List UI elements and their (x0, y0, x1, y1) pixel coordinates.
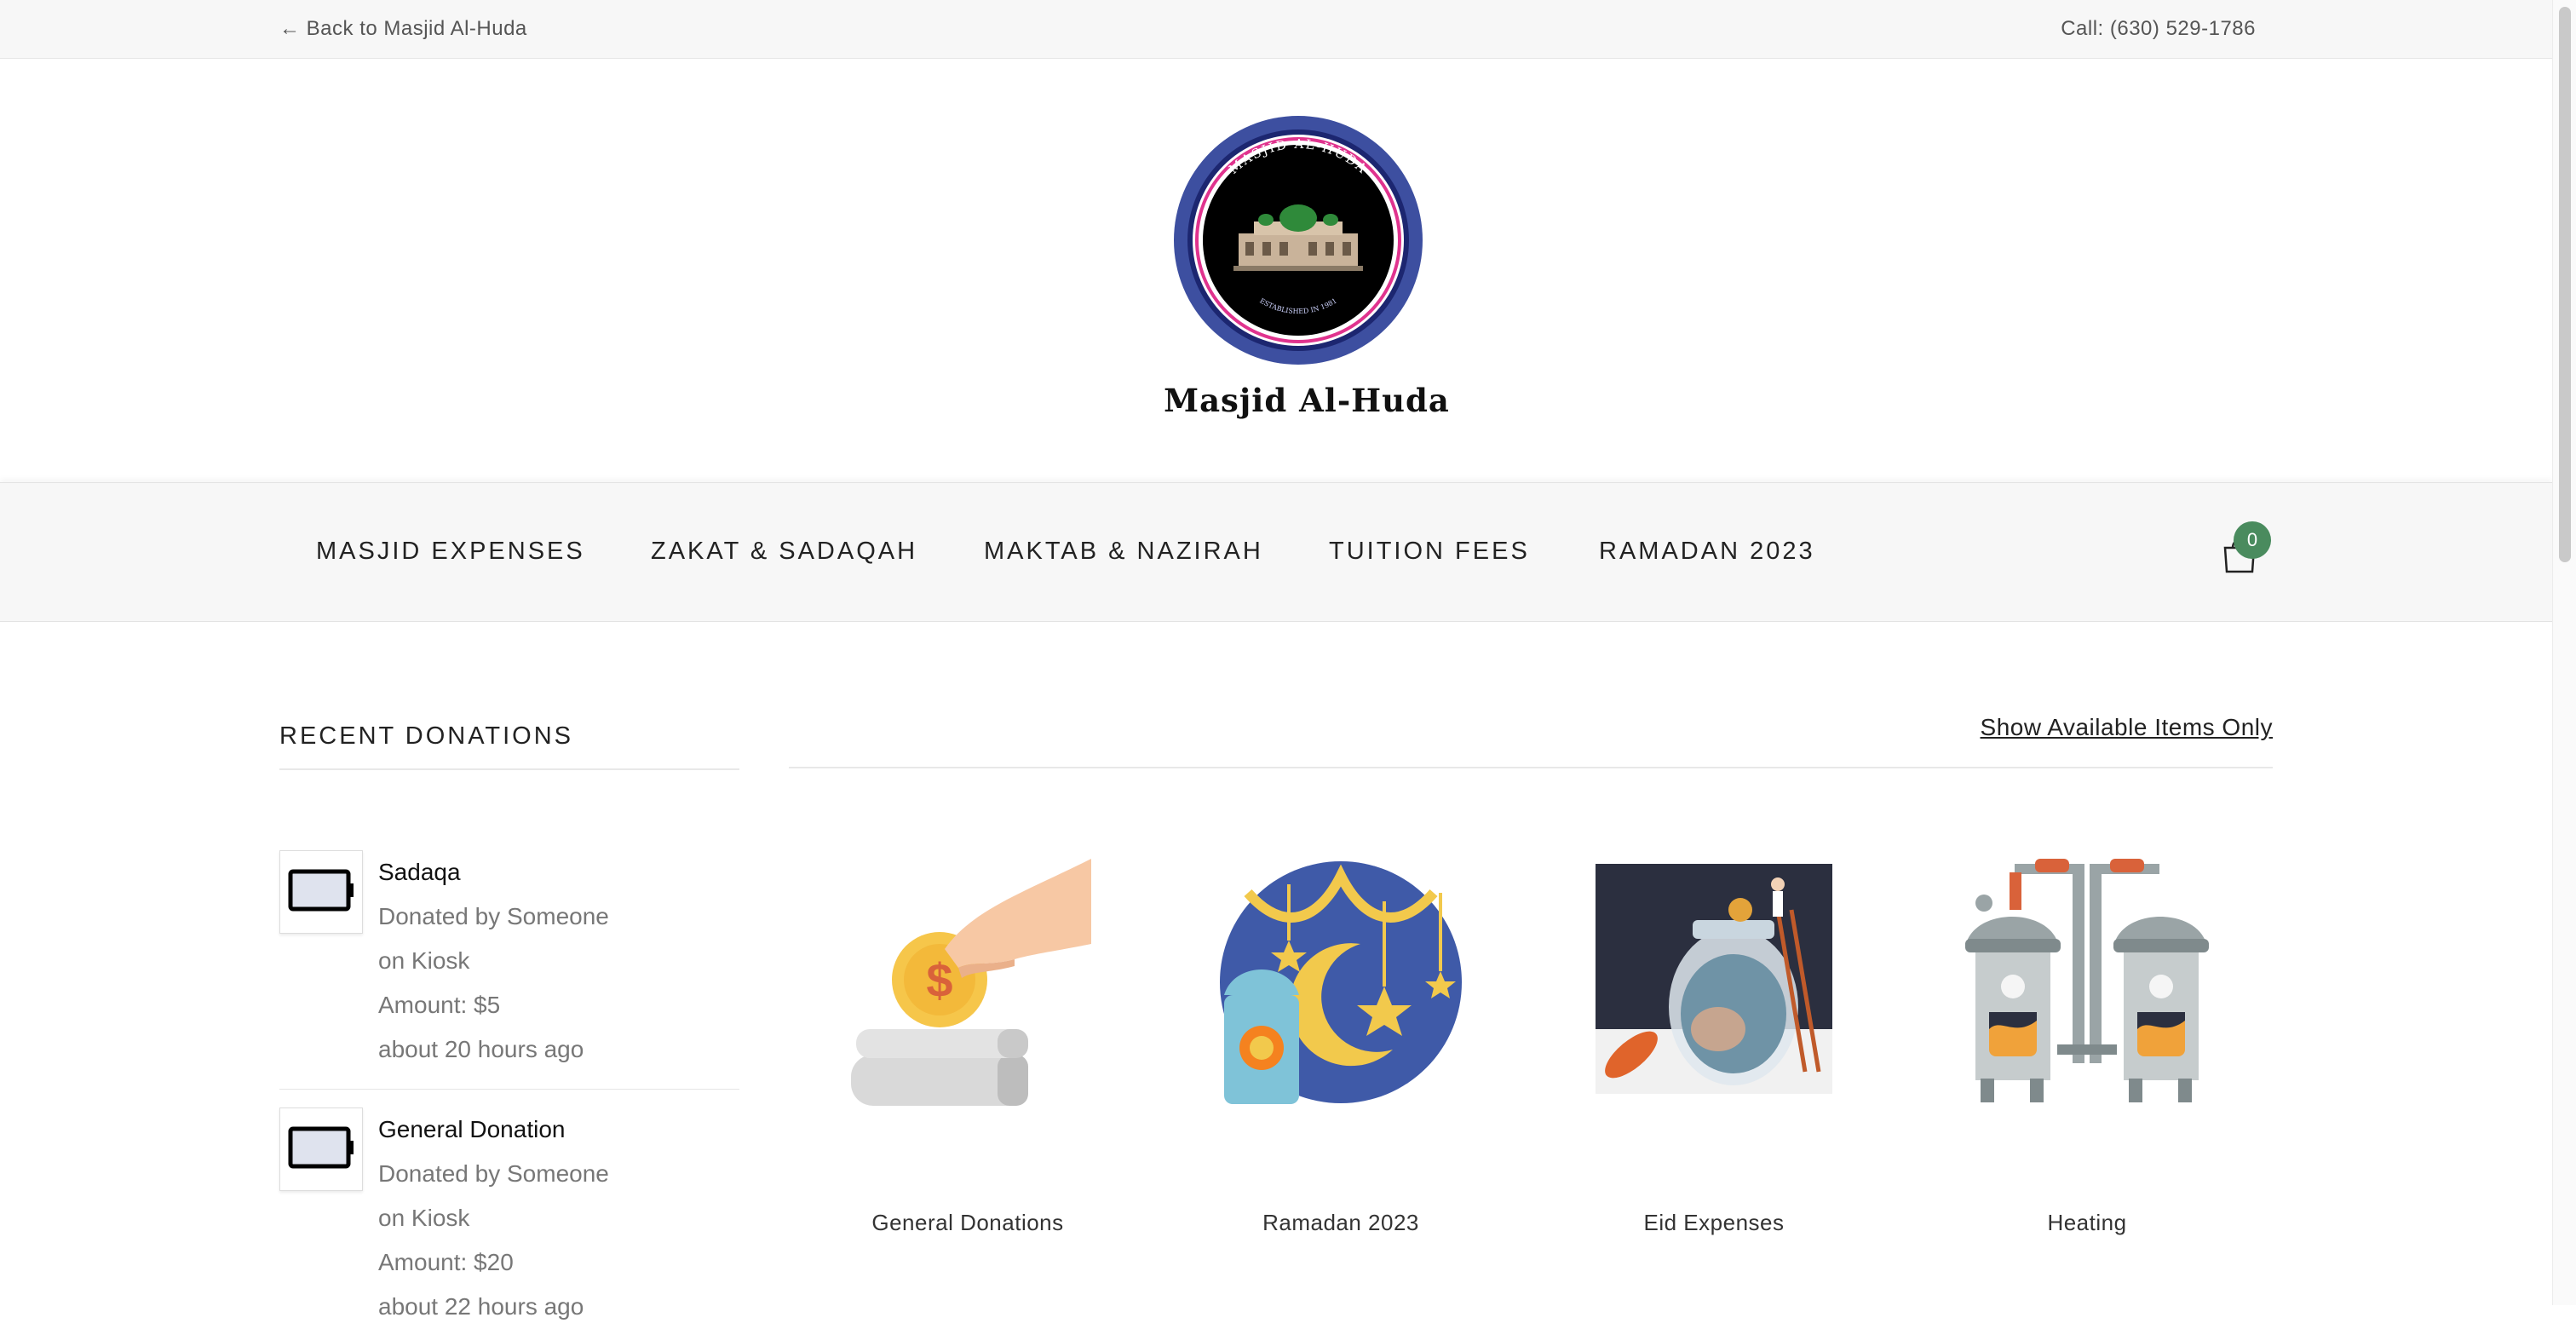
donation-amount: Amount: $20 (378, 1249, 514, 1275)
nav-zakat-sadaqah[interactable]: ZAKAT & SADAQAH (651, 538, 917, 566)
svg-text:$: $ (926, 953, 952, 1007)
phone-number[interactable]: Call: (630) 529-1786 (2061, 17, 2256, 41)
divider (279, 768, 739, 770)
donation-time: about 20 hours ago (378, 1036, 584, 1062)
donation-channel: on Kiosk (378, 1205, 470, 1231)
back-to-masjid-link[interactable]: ← Back to Masjid Al-Huda (279, 17, 527, 41)
product-card-eid-expenses[interactable]: Eid Expenses (1586, 859, 1842, 1235)
crescent-lantern-icon[interactable] (1217, 859, 1464, 1106)
cart-count-badge[interactable]: 0 (2234, 521, 2271, 559)
site-title: Masjid Al-Huda (1164, 382, 1450, 419)
product-label[interactable]: Heating (1959, 1210, 2215, 1236)
donation-time: about 22 hours ago (378, 1293, 584, 1320)
nav-maktab-nazirah[interactable]: MAKTAB & NAZIRAH (984, 538, 1263, 566)
product-label[interactable]: General Donations (840, 1210, 1095, 1236)
donation-donor: Donated by Someone (378, 903, 609, 929)
product-label[interactable]: Ramadan 2023 (1213, 1210, 1469, 1236)
donation-channel: on Kiosk (378, 947, 470, 974)
nav-tuition-fees[interactable]: TUITION FEES (1329, 538, 1530, 566)
product-label[interactable]: Eid Expenses (1586, 1210, 1842, 1236)
masjid-seal-logo[interactable]: MASJID AL-HUDA ESTABLISHED IN 1981 (1172, 114, 1424, 366)
donation-title: Sadaqa (378, 859, 461, 885)
product-card-general-donations[interactable]: $ General Donations (840, 859, 1095, 1235)
boiler-heating-icon[interactable] (1964, 859, 2211, 1106)
divider (789, 767, 2273, 768)
nav-ramadan-2023[interactable]: RAMADAN 2023 (1599, 538, 1815, 566)
coin-donation-icon[interactable]: $ (844, 859, 1091, 1106)
jar-savings-icon[interactable] (1590, 859, 1837, 1106)
battery-icon (279, 850, 363, 934)
nav-masjid-expenses[interactable]: MASJID EXPENSES (316, 538, 585, 566)
scrollbar-thumb[interactable] (2559, 7, 2571, 562)
donation-title: General Donation (378, 1116, 566, 1142)
donation-amount: Amount: $5 (378, 992, 501, 1018)
divider (279, 1089, 739, 1090)
main-navigation: MASJID EXPENSES ZAKAT & SADAQAH MAKTAB &… (0, 482, 2552, 622)
show-available-items-link[interactable]: Show Available Items Only (1981, 714, 2273, 741)
donation-donor: Donated by Someone (378, 1160, 609, 1187)
product-card-ramadan-2023[interactable]: Ramadan 2023 (1213, 859, 1469, 1235)
recent-donations-heading: RECENT DONATIONS (279, 722, 574, 750)
battery-icon (279, 1108, 363, 1191)
top-bar: ← Back to Masjid Al-Huda Call: (630) 529… (0, 0, 2552, 59)
product-card-heating[interactable]: Heating (1959, 859, 2215, 1235)
